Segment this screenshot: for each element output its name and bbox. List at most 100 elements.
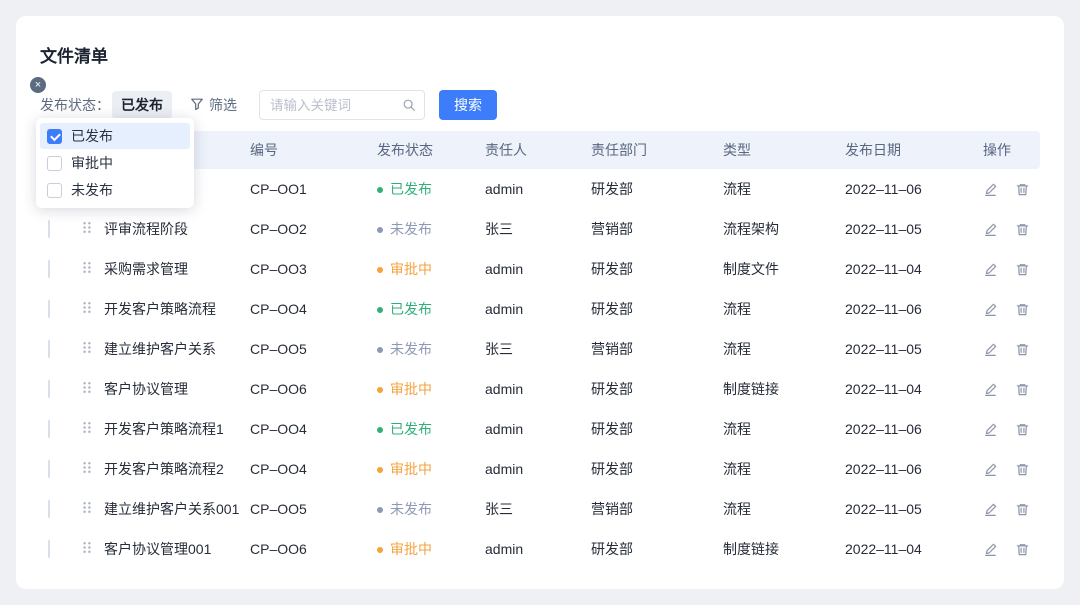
row-checkbox[interactable] [48, 220, 50, 238]
remove-filter-icon[interactable]: × [30, 77, 46, 93]
row-checkbox[interactable] [48, 420, 50, 438]
status-dot [377, 467, 383, 473]
drag-handle-icon[interactable] [82, 301, 92, 314]
status-label: 已发布 [390, 181, 432, 197]
status-label: 审批中 [390, 261, 432, 277]
edit-icon[interactable] [983, 262, 998, 277]
status-dot [377, 427, 383, 433]
row-code: CP–OO6 [248, 529, 375, 569]
row-status: 审批中 [375, 249, 483, 289]
delete-icon[interactable] [1015, 382, 1030, 397]
row-code: CP–OO4 [248, 409, 375, 449]
delete-icon[interactable] [1015, 462, 1030, 477]
row-type: 流程 [717, 449, 839, 489]
drag-handle-icon[interactable] [82, 501, 92, 514]
row-checkbox[interactable] [48, 500, 50, 518]
row-date: 2022–11–05 [839, 209, 979, 249]
row-date: 2022–11–04 [839, 369, 979, 409]
row-dept: 研发部 [583, 449, 717, 489]
edit-icon[interactable] [983, 502, 998, 517]
option-checkbox[interactable] [47, 183, 62, 198]
column-header-date: 发布日期 [839, 131, 979, 169]
drag-handle-icon[interactable] [82, 381, 92, 394]
column-header-dept: 责任部门 [583, 131, 717, 169]
row-status: 审批中 [375, 369, 483, 409]
row-status: 已发布 [375, 289, 483, 329]
table-row: 开发客户策略流程1 CP–OO4 已发布 admin 研发部 流程 2022–1… [40, 409, 1040, 449]
row-checkbox[interactable] [48, 380, 50, 398]
column-header-owner: 责任人 [483, 131, 583, 169]
row-name: 开发客户策略流程1 [102, 409, 248, 449]
row-date: 2022–11–06 [839, 169, 979, 209]
status-dot [377, 387, 383, 393]
edit-icon[interactable] [983, 222, 998, 237]
status-filter-tag[interactable]: × 发布状态： 已发布 [40, 91, 172, 119]
status-dot [377, 187, 383, 193]
edit-icon[interactable] [983, 382, 998, 397]
drag-handle-icon[interactable] [82, 421, 92, 434]
dropdown-option[interactable]: 审批中 [40, 150, 190, 176]
row-owner: admin [483, 449, 583, 489]
drag-handle-icon[interactable] [82, 341, 92, 354]
row-actions [983, 382, 1040, 397]
delete-icon[interactable] [1015, 502, 1030, 517]
row-checkbox[interactable] [48, 340, 50, 358]
page-title: 文件清单 [40, 42, 1064, 67]
row-checkbox[interactable] [48, 260, 50, 278]
row-status: 审批中 [375, 449, 483, 489]
drag-handle-icon[interactable] [82, 541, 92, 554]
table-row: 客户协议管理 CP–OO6 审批中 admin 研发部 制度链接 2022–11… [40, 369, 1040, 409]
status-dot [377, 267, 383, 273]
drag-handle-icon[interactable] [82, 461, 92, 474]
row-dept: 研发部 [583, 289, 717, 329]
search-input[interactable] [259, 90, 425, 120]
row-actions [983, 182, 1040, 197]
delete-icon[interactable] [1015, 342, 1030, 357]
row-status: 未发布 [375, 209, 483, 249]
row-code: CP–OO3 [248, 249, 375, 289]
edit-icon[interactable] [983, 422, 998, 437]
option-checkbox[interactable] [47, 129, 62, 144]
delete-icon[interactable] [1015, 542, 1030, 557]
filter-value[interactable]: 已发布 [112, 91, 172, 119]
column-header-type: 类型 [717, 131, 839, 169]
row-code: CP–OO4 [248, 449, 375, 489]
option-checkbox[interactable] [47, 156, 62, 171]
dropdown-option[interactable]: 已发布 [40, 123, 190, 149]
drag-handle-icon[interactable] [82, 261, 92, 274]
row-type: 流程 [717, 489, 839, 529]
edit-icon[interactable] [983, 542, 998, 557]
search-button[interactable]: 搜索 [439, 90, 497, 120]
column-header-code: 编号 [248, 131, 375, 169]
row-dept: 营销部 [583, 489, 717, 529]
row-code: CP–OO6 [248, 369, 375, 409]
status-label: 已发布 [390, 421, 432, 437]
edit-icon[interactable] [983, 182, 998, 197]
column-header-actions: 操作 [979, 131, 1040, 169]
delete-icon[interactable] [1015, 422, 1030, 437]
edit-icon[interactable] [983, 342, 998, 357]
row-status: 已发布 [375, 409, 483, 449]
dropdown-option-label: 已发布 [71, 126, 113, 146]
row-dept: 营销部 [583, 209, 717, 249]
row-date: 2022–11–04 [839, 529, 979, 569]
table-row: 评审流程阶段 CP–OO2 未发布 张三 营销部 流程架构 2022–11–05 [40, 209, 1040, 249]
row-code: CP–OO4 [248, 289, 375, 329]
row-checkbox[interactable] [48, 540, 50, 558]
edit-icon[interactable] [983, 302, 998, 317]
row-name: 评审流程阶段 [102, 209, 248, 249]
drag-handle-icon[interactable] [82, 221, 92, 234]
edit-icon[interactable] [983, 462, 998, 477]
dropdown-option[interactable]: 未发布 [40, 177, 190, 203]
row-checkbox[interactable] [48, 460, 50, 478]
filter-button[interactable]: 筛选 [190, 95, 237, 115]
row-name: 建立维护客户关系 [102, 329, 248, 369]
status-label: 未发布 [390, 221, 432, 237]
delete-icon[interactable] [1015, 302, 1030, 317]
delete-icon[interactable] [1015, 262, 1030, 277]
row-owner: admin [483, 169, 583, 209]
row-checkbox[interactable] [48, 300, 50, 318]
row-actions [983, 222, 1040, 237]
delete-icon[interactable] [1015, 182, 1030, 197]
delete-icon[interactable] [1015, 222, 1030, 237]
